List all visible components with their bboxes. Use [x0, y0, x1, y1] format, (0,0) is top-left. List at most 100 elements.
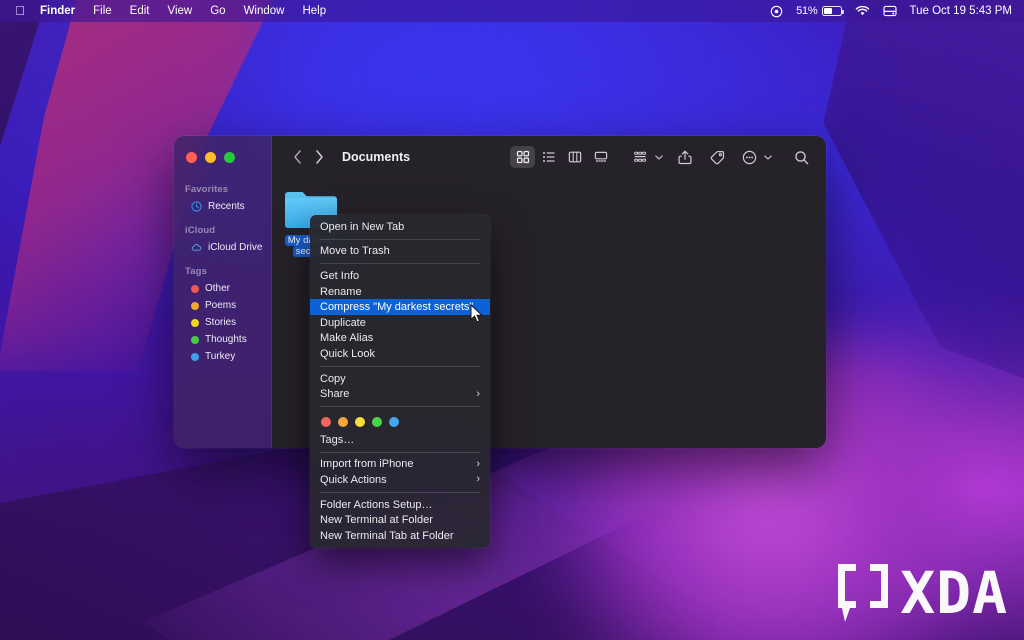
share-button[interactable]: [673, 146, 697, 168]
context-menu-item-label: Share: [320, 388, 350, 401]
icon-view-button[interactable]: [510, 146, 535, 168]
edit-tags-button[interactable]: [705, 146, 729, 168]
tag-dot-icon: [191, 335, 199, 344]
context-menu-item-move-to-trash[interactable]: Move to Trash: [310, 244, 490, 260]
list-view-button[interactable]: [536, 146, 561, 168]
context-menu-item-quick-look[interactable]: Quick Look: [310, 346, 490, 362]
sidebar-item-label: Poems: [205, 300, 237, 311]
tag-swatch-yellow[interactable]: [355, 416, 365, 427]
context-menu-item-import-from-iphone[interactable]: Import from iPhone ›: [310, 457, 490, 473]
column-view-button[interactable]: [562, 146, 587, 168]
more-circle-icon: [742, 150, 756, 164]
context-menu-item-new-terminal-at-folder[interactable]: New Terminal at Folder: [310, 512, 490, 528]
tag-swatch-blue[interactable]: [389, 416, 399, 427]
menu-item-file[interactable]: File: [84, 0, 121, 22]
context-menu-item-label: Import from iPhone: [320, 458, 414, 471]
columns-icon: [568, 151, 581, 163]
tag-swatch-orange[interactable]: [338, 416, 348, 427]
context-menu-item-label: Rename: [320, 285, 362, 298]
menu-separator: [320, 263, 480, 265]
context-menu-item-tags[interactable]: Tags…: [310, 432, 490, 448]
tag-dot-icon: [191, 284, 199, 293]
control-center-icon[interactable]: [770, 5, 783, 18]
menu-item-go[interactable]: Go: [201, 0, 234, 22]
sidebar-item-label: Turkey: [205, 351, 236, 362]
battery-percent-label: 51%: [796, 5, 818, 17]
search-button[interactable]: [788, 146, 814, 168]
sidebar-item-tag-turkey[interactable]: Turkey: [179, 348, 265, 365]
context-menu-item-label: Move to Trash: [320, 245, 390, 258]
menu-item-finder[interactable]: Finder: [31, 0, 84, 22]
chevron-down-icon[interactable]: [763, 146, 772, 168]
context-menu-tag-swatches: [310, 411, 490, 432]
view-mode-switcher: [509, 145, 614, 169]
context-menu-item-label: Tags…: [320, 433, 355, 446]
context-menu-item-new-terminal-tab-at-folder[interactable]: New Terminal Tab at Folder: [310, 528, 490, 544]
context-menu-item-label: New Terminal at Folder: [320, 514, 433, 527]
battery-status[interactable]: 51%: [796, 5, 844, 17]
sidebar-item-label: Stories: [205, 317, 237, 328]
sidebar-section-icloud-title: iCloud: [185, 225, 216, 236]
context-menu-item-share[interactable]: Share ›: [310, 386, 490, 402]
chevron-right-icon: ›: [476, 387, 480, 400]
context-menu-item-quick-actions[interactable]: Quick Actions ›: [310, 472, 490, 488]
clock[interactable]: Tue Oct 19 5:43 PM: [910, 5, 1012, 17]
sidebar-item-label: Thoughts: [205, 334, 247, 345]
more-button[interactable]: [737, 146, 761, 168]
more-actions-control[interactable]: [737, 146, 772, 168]
menu-separator: [320, 238, 480, 240]
close-button[interactable]: [186, 152, 197, 163]
sidebar-item-icloud-drive[interactable]: iCloud Drive: [179, 239, 265, 256]
apple-logo-icon[interactable]: : [9, 4, 31, 19]
xda-wordmark: XDA: [900, 559, 1008, 627]
display-icon[interactable]: [882, 5, 897, 17]
menu-item-view[interactable]: View: [159, 0, 202, 22]
minimize-button[interactable]: [205, 152, 216, 163]
context-menu-item-compress[interactable]: Compress "My darkest secrets": [310, 299, 490, 315]
context-menu-item-label: Copy: [320, 372, 346, 385]
wifi-icon[interactable]: [855, 5, 870, 17]
context-menu-item-label: Folder Actions Setup…: [320, 498, 433, 511]
xda-bracket-logo: [838, 564, 889, 622]
mouse-cursor: [470, 303, 484, 329]
sidebar-item-recents[interactable]: Recents: [179, 198, 265, 215]
finder-window: Favorites Recents iCloud iCloud Drive Ta…: [174, 136, 826, 448]
menu-item-edit[interactable]: Edit: [121, 0, 159, 22]
chevron-right-icon: ›: [476, 473, 480, 486]
tag-swatch-red[interactable]: [321, 416, 331, 427]
back-button[interactable]: [286, 146, 308, 168]
group-by-control[interactable]: [628, 146, 663, 168]
forward-button[interactable]: [308, 146, 330, 168]
battery-icon: [821, 6, 844, 16]
window-controls: [174, 144, 271, 174]
chevron-down-icon[interactable]: [654, 146, 663, 168]
context-menu-item-duplicate[interactable]: Duplicate: [310, 315, 490, 331]
context-menu-item-label: New Terminal Tab at Folder: [320, 529, 454, 542]
group-items-button[interactable]: [628, 146, 652, 168]
context-menu-item-label: Open in New Tab: [320, 220, 405, 233]
sidebar-item-tag-stories[interactable]: Stories: [179, 314, 265, 331]
context-menu-item-open-in-new-tab[interactable]: Open in New Tab: [310, 219, 490, 235]
sidebar-item-tag-thoughts[interactable]: Thoughts: [179, 331, 265, 348]
context-menu-item-label: Get Info: [320, 269, 360, 282]
context-menu-item-copy[interactable]: Copy: [310, 371, 490, 387]
context-menu: Open in New Tab Move to Trash Get Info R…: [310, 215, 490, 548]
sidebar-item-tag-other[interactable]: Other: [179, 280, 265, 297]
tag-swatch-green[interactable]: [372, 416, 382, 427]
gallery-icon: [594, 151, 607, 162]
menu-item-help[interactable]: Help: [293, 0, 335, 22]
menu-item-window[interactable]: Window: [235, 0, 294, 22]
context-menu-item-rename[interactable]: Rename: [310, 284, 490, 300]
chevron-right-icon: [315, 150, 323, 164]
gallery-view-button[interactable]: [588, 146, 613, 168]
sidebar-item-label: Other: [205, 283, 231, 294]
menu-separator: [320, 365, 480, 367]
context-menu-item-get-info[interactable]: Get Info: [310, 268, 490, 284]
tag-dot-icon: [191, 318, 199, 327]
zoom-button[interactable]: [224, 152, 235, 163]
context-menu-item-folder-actions-setup[interactable]: Folder Actions Setup…: [310, 497, 490, 513]
context-menu-item-label: Quick Look: [320, 347, 376, 360]
context-menu-item-make-alias[interactable]: Make Alias: [310, 331, 490, 347]
grid-icon: [516, 150, 529, 164]
sidebar-item-tag-poems[interactable]: Poems: [179, 297, 265, 314]
